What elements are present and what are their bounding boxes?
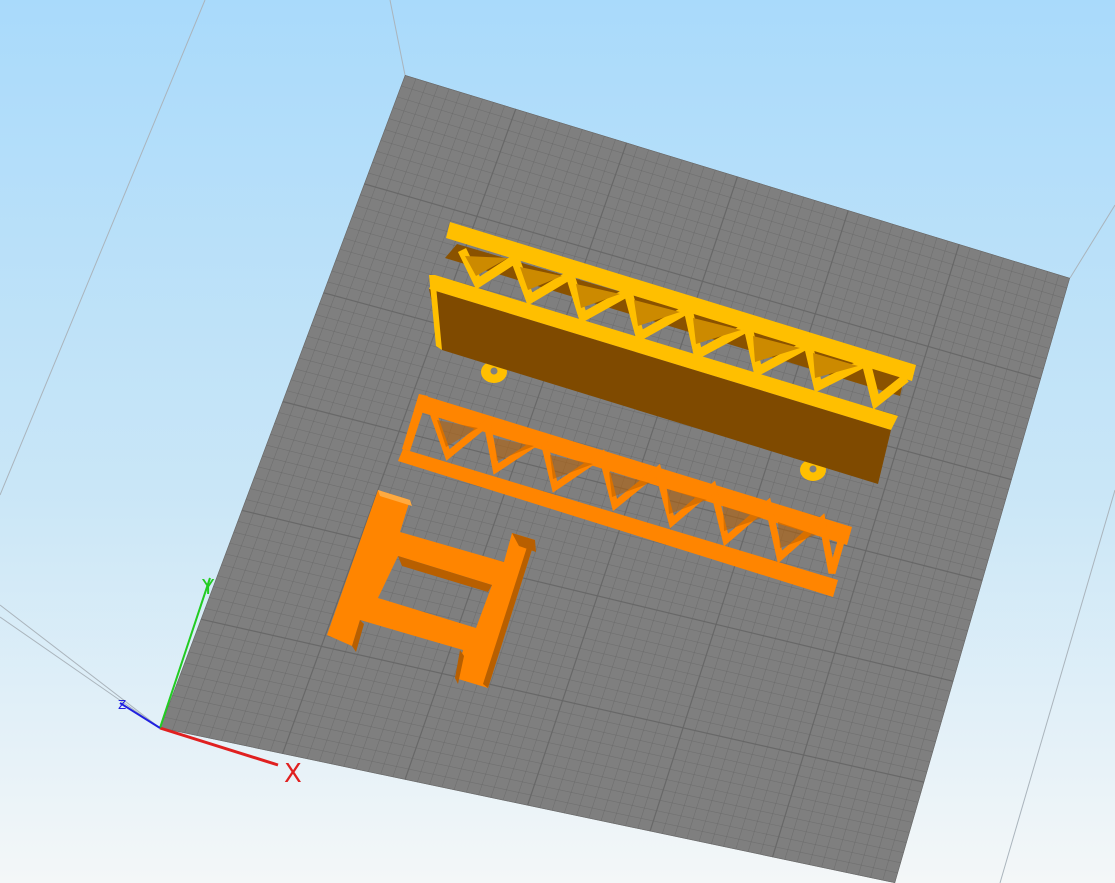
x-axis-label: X	[284, 759, 302, 789]
y-axis-label: Y	[201, 575, 215, 599]
scene-canvas[interactable]: X Y Z	[0, 0, 1115, 883]
z-axis-label: Z	[118, 698, 126, 712]
3d-viewport[interactable]: X Y Z	[0, 0, 1115, 883]
